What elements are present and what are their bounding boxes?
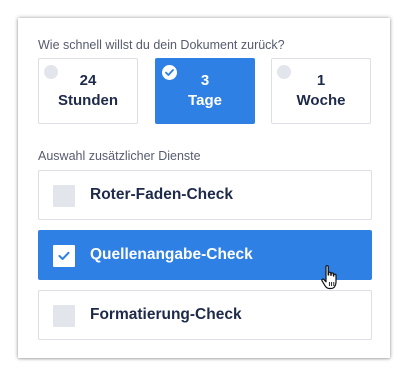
speed-option-number: 3 bbox=[200, 72, 210, 89]
radio-unselected-icon bbox=[44, 65, 58, 79]
checkbox-unchecked[interactable] bbox=[53, 305, 75, 327]
speed-option-24-hours[interactable]: 24 Stunden bbox=[38, 58, 138, 124]
hand-pointer-cursor-icon bbox=[321, 265, 337, 290]
service-selection-card: Wie schnell willst du dein Dokument zurü… bbox=[18, 18, 390, 358]
service-option-roter-faden-check[interactable]: Roter-Faden-Check bbox=[38, 170, 372, 220]
check-circle-icon bbox=[162, 65, 177, 80]
speed-option-unit: Stunden bbox=[58, 92, 118, 109]
speed-option-3-days[interactable]: 3 Tage bbox=[155, 58, 255, 124]
speed-option-number: 24 bbox=[79, 72, 97, 89]
speed-option-number: 1 bbox=[316, 72, 326, 89]
check-icon bbox=[58, 251, 70, 260]
service-option-label: Formatierung-Check bbox=[90, 306, 242, 323]
checkbox-checked[interactable] bbox=[53, 245, 75, 267]
service-option-label: Quellenangabe-Check bbox=[90, 246, 253, 263]
radio-unselected-icon bbox=[277, 65, 291, 79]
speed-option-1-week[interactable]: 1 Woche bbox=[271, 58, 371, 124]
service-option-label: Roter-Faden-Check bbox=[90, 186, 233, 203]
speed-option-unit: Woche bbox=[296, 92, 346, 109]
service-option-formatierung-check[interactable]: Formatierung-Check bbox=[38, 290, 372, 340]
delivery-speed-label: Wie schnell willst du dein Dokument zurü… bbox=[38, 38, 285, 52]
speed-option-unit: Tage bbox=[188, 92, 222, 109]
checkbox-unchecked[interactable] bbox=[53, 185, 75, 207]
additional-services-label: Auswahl zusätzlicher Dienste bbox=[38, 149, 201, 163]
